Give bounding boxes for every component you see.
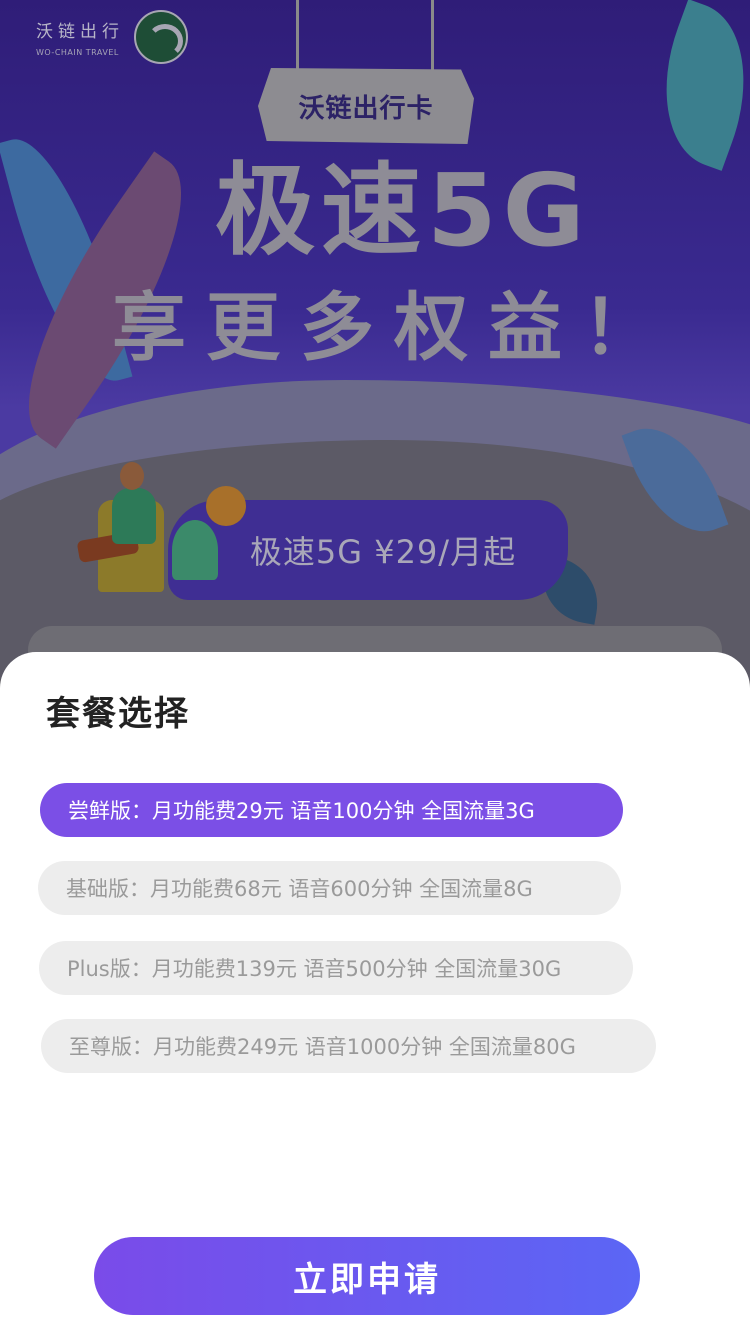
brand-name-en: WO-CHAIN TRAVEL [36, 48, 119, 57]
plan-option-label: Plus版：月功能费139元 语音500分钟 全国流量30G [67, 957, 562, 981]
leaf-decoration [637, 0, 750, 171]
plan-option-label: 基础版：月功能费68元 语音600分钟 全国流量8G [66, 877, 533, 901]
price-banner-text: 极速5G ¥29/月起 [249, 533, 517, 571]
hanging-sign: 沃链出行卡 [258, 68, 474, 144]
plan-option-plus[interactable]: Plus版：月功能费139元 语音500分钟 全国流量30G [39, 941, 633, 995]
brand-wordmark: 沃链出行 WO-CHAIN TRAVEL [36, 17, 124, 57]
plan-option-trial[interactable]: 尝鲜版：月功能费29元 语音100分钟 全国流量3G [40, 783, 623, 837]
promo-background: 沃链出行 WO-CHAIN TRAVEL 沃链出行卡 极速5G 享更多权益！ 极… [0, 0, 750, 680]
plan-option-label: 尝鲜版：月功能费29元 语音100分钟 全国流量3G [68, 799, 535, 823]
sun-decoration [206, 486, 246, 526]
plan-option-basic[interactable]: 基础版：月功能费68元 语音600分钟 全国流量8G [38, 861, 621, 915]
headline-benefits: 享更多权益！ [112, 285, 676, 371]
person-illustration [112, 488, 156, 544]
apply-now-label: 立即申请 [293, 1259, 441, 1300]
hanging-rope [431, 0, 434, 80]
brand-emblem-icon [134, 10, 188, 64]
brand-name-cn: 沃链出行 [36, 22, 124, 42]
headline-speed: 极速5G [215, 152, 591, 269]
plan-option-premium[interactable]: 至尊版：月功能费249元 语音1000分钟 全国流量80G [41, 1019, 656, 1073]
person-illustration-head [120, 462, 144, 490]
sheet-title: 套餐选择 [46, 694, 190, 734]
card-title: 沃链出行卡 [298, 93, 434, 124]
plan-selection-sheet: 套餐选择 尝鲜版：月功能费29元 语音100分钟 全国流量3G 基础版：月功能费… [0, 652, 750, 1344]
hanging-rope [296, 0, 299, 80]
plant-illustration [172, 520, 218, 580]
plan-option-label: 至尊版：月功能费249元 语音1000分钟 全国流量80G [69, 1035, 576, 1059]
brand-logo: 沃链出行 WO-CHAIN TRAVEL [36, 10, 188, 64]
apply-now-button[interactable]: 立即申请 [94, 1237, 640, 1315]
